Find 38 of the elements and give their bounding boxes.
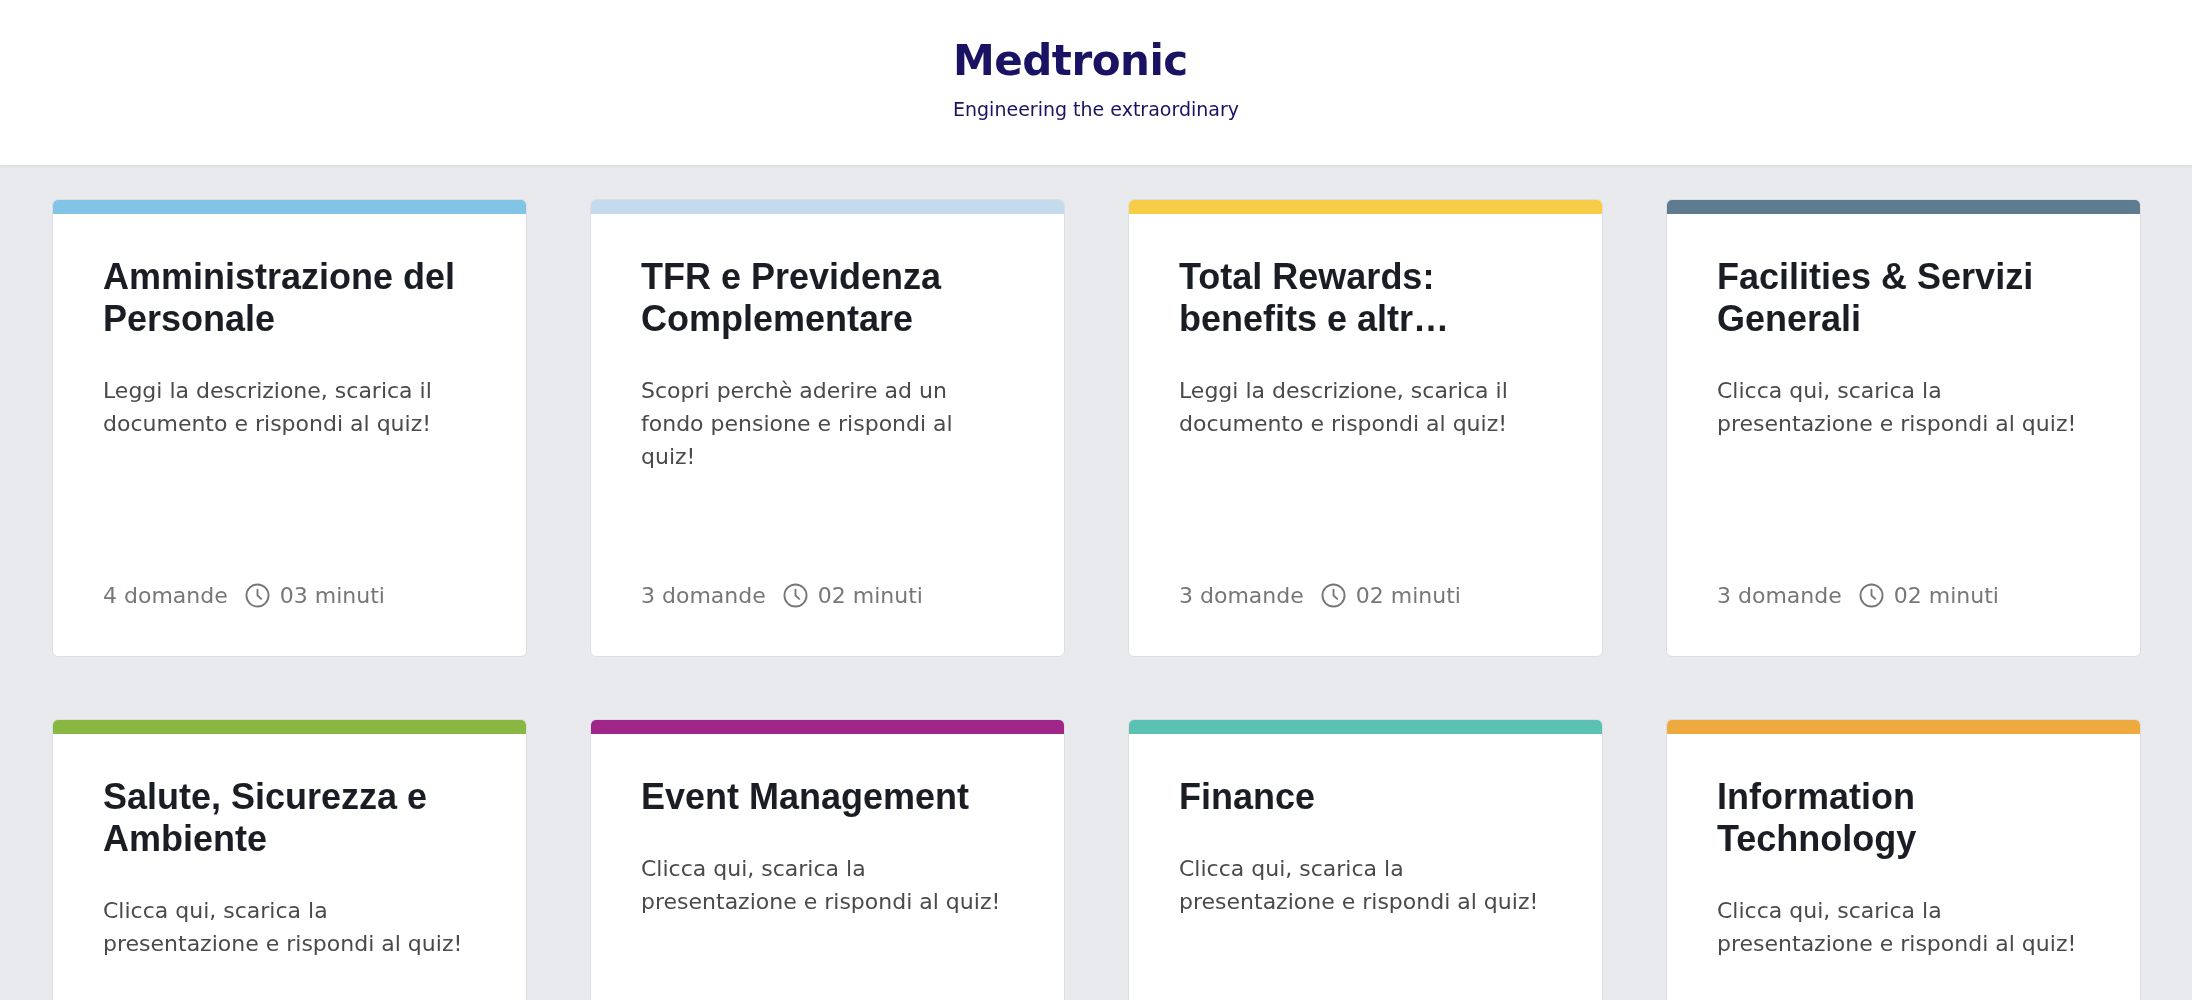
quiz-card[interactable]: Event Management Clicca qui, scarica la presentazione e rispondi al quiz! <box>590 719 1065 1000</box>
question-count: 3 domande <box>1179 582 1304 610</box>
clock-icon <box>244 583 270 608</box>
quiz-card[interactable]: Finance Clicca qui, scarica la presentazione e rispondi al quiz! <box>1128 719 1603 1000</box>
card-description: Clicca qui, scarica la presentazione e rispondi al quiz! <box>1717 377 2078 438</box>
card-description: Leggi la descrizione, scarica il documento e rispondi al quiz! <box>103 377 433 438</box>
duration-text: 02 minuti <box>1893 582 1999 610</box>
card-description: Leggi la descrizione, scarica il documento e rispondi al quiz! <box>1179 377 1509 438</box>
quiz-card[interactable]: TFR e Previdenza Complementare Scopri perchè aderire ad un fondo pensione e rispondi al quiz! 3 domande 02 minuti <box>590 199 1065 657</box>
card-description: Clicca qui, scarica la presentazione e rispondi al quiz! <box>641 855 1002 916</box>
quiz-card[interactable]: Facilities & Servizi Generali Clicca qui, scarica la presentazione e rispondi al quiz! 3 domande 02 minuti <box>1666 199 2141 657</box>
duration-text: 02 minuti <box>1355 582 1461 610</box>
clock-icon <box>1858 583 1884 608</box>
clock-icon <box>1320 583 1346 608</box>
question-count: 3 domande <box>641 582 766 610</box>
card-description: Clicca qui, scarica la presentazione e rispondi al quiz! <box>1179 855 1540 916</box>
quiz-card[interactable]: Amministrazione del Personale Leggi la descrizione, scarica il documento e rispondi al quiz! 4 domande 03 minuti <box>52 199 527 657</box>
card-description: Clicca qui, scarica la presentazione e rispondi al quiz! <box>103 897 464 958</box>
duration-text: 03 minuti <box>279 582 385 610</box>
question-count: 4 domande <box>103 582 228 610</box>
card-title: Salute, Sicurezza e Ambiente <box>103 776 429 860</box>
quiz-card[interactable]: Information Technology Clicca qui, scarica la presentazione e rispondi al quiz! <box>1666 719 2141 1000</box>
clock-icon <box>782 583 808 608</box>
duration-text: 02 minuti <box>817 582 923 610</box>
card-title: Information Technology <box>1717 776 1918 860</box>
card-title: TFR e Previdenza Complementare <box>641 256 943 340</box>
logo-wordmark[interactable]: Medtronic <box>953 40 1188 82</box>
question-count: 3 domande <box>1717 582 1842 610</box>
logo-tagline: Engineering the extraordinary <box>953 97 1239 121</box>
quiz-card[interactable]: Salute, Sicurezza e Ambiente Clicca qui, scarica la presentazione e rispondi al quiz! <box>52 719 527 1000</box>
quiz-card[interactable]: Total Rewards: benefits e altr… Leggi la descrizione, scarica il documento e rispondi al quiz! 3 domande 02 minuti <box>1128 199 1603 657</box>
card-title: Amministrazione del Personale <box>103 256 457 340</box>
card-description: Clicca qui, scarica la presentazione e rispondi al quiz! <box>1717 897 2078 958</box>
card-title: Facilities & Servizi Generali <box>1717 256 2035 340</box>
card-title: Event Management <box>641 776 971 818</box>
card-description: Scopri perchè aderire ad un fondo pensione e rispondi al quiz! <box>641 377 954 471</box>
card-title: Finance <box>1179 776 1317 818</box>
card-title: Total Rewards: benefits e altr… <box>1179 256 1451 340</box>
